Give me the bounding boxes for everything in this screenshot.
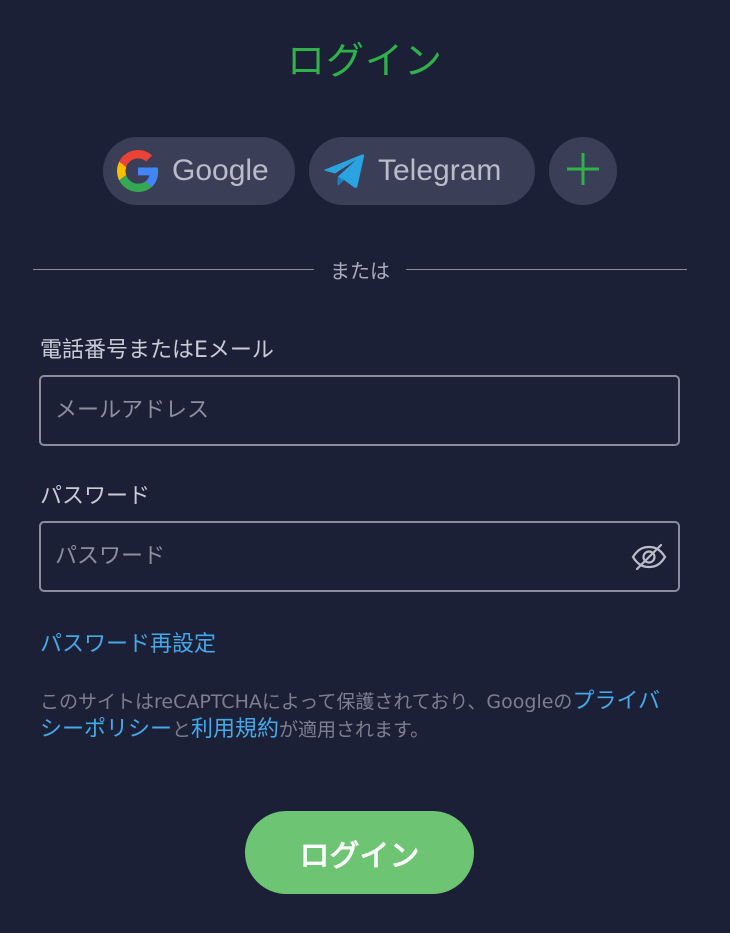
email-input-box[interactable] <box>39 375 680 446</box>
eye-off-icon[interactable] <box>630 539 668 575</box>
legal-suffix: が適用されます。 <box>279 719 430 741</box>
more-login-options-button[interactable] <box>549 137 617 205</box>
telegram-icon <box>322 149 366 193</box>
password-label: パスワード <box>40 484 151 509</box>
plus-icon <box>566 152 600 190</box>
divider-text: または <box>330 258 390 283</box>
social-login-row: Google Telegram <box>103 137 617 205</box>
password-input[interactable] <box>41 523 678 590</box>
divider-line-left <box>33 268 314 270</box>
recaptcha-notice: このサイトはreCAPTCHAによって保護されており、Googleのプライバシー… <box>40 688 680 744</box>
telegram-login-button[interactable]: Telegram <box>309 137 535 205</box>
password-reset-link[interactable]: パスワード再設定 <box>40 626 216 658</box>
telegram-label: Telegram <box>378 154 502 187</box>
legal-middle: と <box>172 719 192 741</box>
email-input[interactable] <box>41 377 678 444</box>
terms-link[interactable]: 利用規約 <box>191 717 279 742</box>
or-divider: または <box>33 255 687 283</box>
legal-prefix: このサイトはreCAPTCHAによって保護されており、Googleの <box>40 691 573 713</box>
divider-line-right <box>406 268 687 270</box>
email-label: 電話番号またはEメール <box>40 338 274 363</box>
google-icon <box>116 149 160 193</box>
login-button[interactable]: ログイン <box>245 811 474 894</box>
google-login-button[interactable]: Google <box>103 137 295 205</box>
password-input-box[interactable] <box>39 521 680 592</box>
page-title: ログイン <box>286 39 443 83</box>
google-label: Google <box>172 154 269 187</box>
